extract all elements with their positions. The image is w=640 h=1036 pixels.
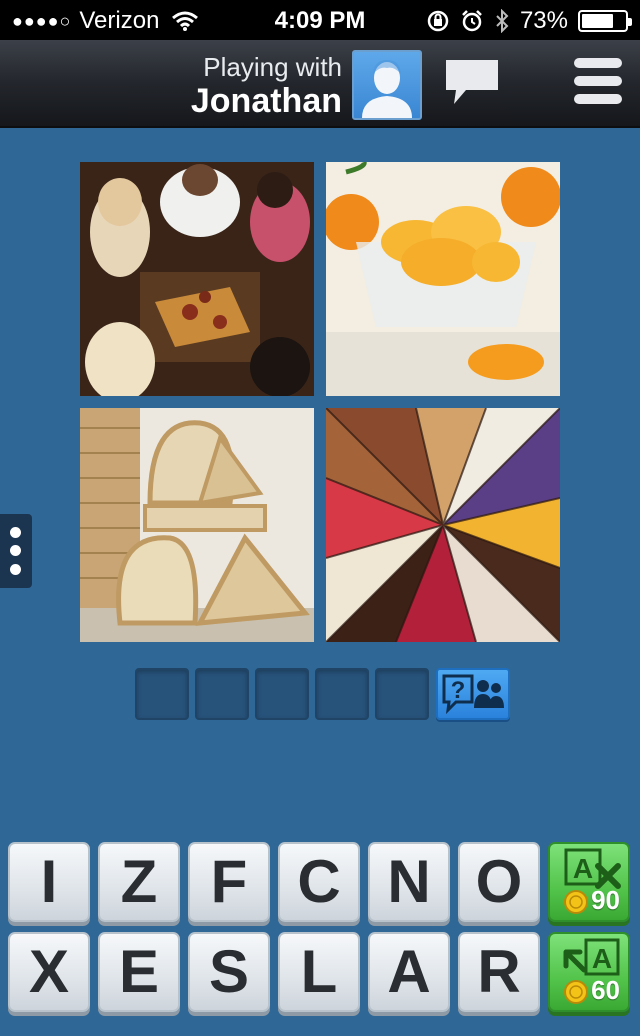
picture-cake-slices[interactable] <box>326 408 560 642</box>
orange-image <box>326 162 560 396</box>
coin-icon <box>564 980 588 1004</box>
status-bar: ●●●●○ Verizon 4:09 PM 73% <box>0 0 640 40</box>
letter-key[interactable]: S <box>188 932 270 1012</box>
avatar-silhouette <box>362 60 412 118</box>
answer-slot[interactable] <box>315 668 369 720</box>
answer-slot[interactable] <box>255 668 309 720</box>
playing-with-label: Playing with <box>203 52 342 82</box>
pizza-image <box>80 162 314 396</box>
svg-text:?: ? <box>451 677 466 704</box>
battery-fill <box>582 14 613 28</box>
battery-percent: 73% <box>519 7 568 34</box>
letter-key[interactable]: Z <box>98 842 180 922</box>
reveal-letter-button[interactable]: A 60 <box>548 932 630 1012</box>
opponent-name: Jonathan <box>190 82 342 120</box>
svg-text:A: A <box>592 943 612 974</box>
letter-key[interactable]: I <box>8 842 90 922</box>
battery-icon <box>578 10 632 32</box>
orientation-lock-icon <box>427 10 449 32</box>
answer-slot[interactable] <box>135 668 189 720</box>
menu-icon[interactable] <box>574 58 622 106</box>
game-header: Playing with Jonathan <box>0 40 640 128</box>
ask-friends-button[interactable]: ? <box>436 668 510 720</box>
cake-image <box>326 408 560 642</box>
chat-icon[interactable] <box>442 56 502 108</box>
picture-bread-slices[interactable] <box>80 408 314 642</box>
answer-slot[interactable] <box>195 668 249 720</box>
picture-pizza-sharing[interactable] <box>80 162 314 396</box>
letter-key[interactable]: X <box>8 932 90 1012</box>
hint-friends-icon: ? <box>442 674 504 715</box>
remove-letters-cost: 90 <box>591 885 620 915</box>
avatar-icon[interactable] <box>352 50 422 120</box>
letter-key[interactable]: C <box>278 842 360 922</box>
side-menu-tab[interactable] <box>0 514 32 588</box>
letter-key[interactable]: L <box>278 932 360 1012</box>
answer-slot[interactable] <box>375 668 429 720</box>
letter-key[interactable]: A <box>368 932 450 1012</box>
svg-text:A: A <box>573 853 593 884</box>
bluetooth-icon <box>496 9 509 33</box>
picture-mandarin-slices[interactable] <box>326 162 560 396</box>
letter-key[interactable]: N <box>368 842 450 922</box>
remove-letters-button[interactable]: A 90 <box>548 842 630 922</box>
coin-icon <box>564 890 588 914</box>
letter-key[interactable]: F <box>188 842 270 922</box>
letter-key[interactable]: E <box>98 932 180 1012</box>
bread-image <box>80 408 314 642</box>
letter-key[interactable]: R <box>458 932 540 1012</box>
alarm-icon <box>462 10 482 32</box>
letter-key[interactable]: O <box>458 842 540 922</box>
reveal-letter-cost: 60 <box>591 975 620 1005</box>
